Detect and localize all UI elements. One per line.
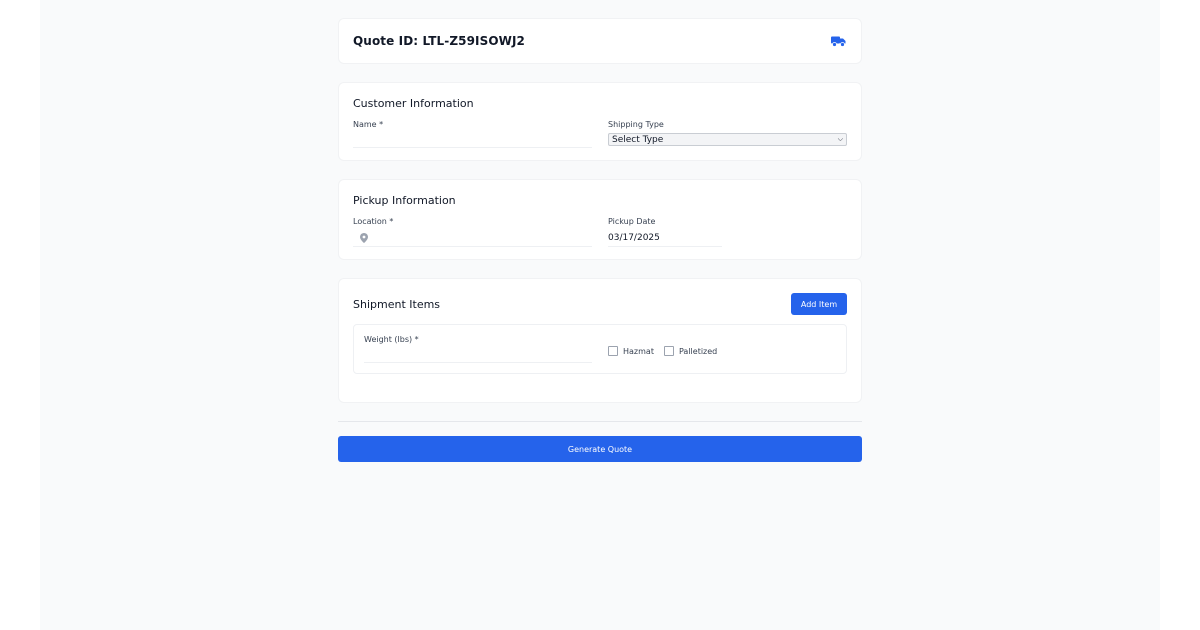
section-title: Shipment Items xyxy=(353,297,441,311)
add-item-button[interactable]: Add Item xyxy=(791,293,847,315)
hazmat-checkbox[interactable]: Hazmat xyxy=(608,346,654,356)
quote-title: Quote ID: LTL-Z59ISOWJ2 xyxy=(353,34,525,48)
checkbox-box[interactable] xyxy=(663,346,674,356)
pickup-date-value: 03/17/2025 xyxy=(608,233,660,243)
quote-header: Quote ID: LTL-Z59ISOWJ2 xyxy=(338,18,862,64)
palletized-label: Palletized xyxy=(678,346,718,356)
pickup-date-label: Pickup Date xyxy=(608,217,656,226)
pickup-date-input[interactable]: 03/17/2025 xyxy=(608,230,722,247)
shipment-items-section: Shipment Items Add Item Weight (lbs) * H… xyxy=(338,278,862,403)
shipping-type-label: Shipping Type xyxy=(608,120,664,129)
truck-icon xyxy=(831,35,847,47)
name-label: Name * xyxy=(353,120,384,129)
divider xyxy=(338,421,862,422)
checkbox-box[interactable] xyxy=(608,346,618,356)
shipping-type-value: Select Type xyxy=(612,134,664,145)
hazmat-label: Hazmat xyxy=(623,346,654,356)
quote-form: Quote ID: LTL-Z59ISOWJ2 Customer Informa… xyxy=(338,18,862,462)
customer-information-section: Customer Information Name * Shipping Typ… xyxy=(338,82,862,161)
shipment-item: Weight (lbs) * Hazmat Palletized xyxy=(353,324,847,374)
name-input[interactable] xyxy=(353,133,592,148)
map-pin-icon xyxy=(360,233,370,243)
location-label: Location * xyxy=(353,217,394,226)
palletized-checkbox[interactable]: Palletized xyxy=(663,346,718,356)
chevron-down-icon: ⌵ xyxy=(837,135,843,143)
location-input[interactable] xyxy=(353,230,592,247)
section-title: Pickup Information xyxy=(353,194,456,207)
section-title: Customer Information xyxy=(353,97,474,110)
page-background: Quote ID: LTL-Z59ISOWJ2 Customer Informa… xyxy=(40,0,1160,630)
weight-input[interactable] xyxy=(364,348,592,363)
shipping-type-select[interactable]: Select Type ⌵ xyxy=(608,133,847,146)
generate-quote-button[interactable]: Generate Quote xyxy=(338,436,862,462)
weight-label: Weight (lbs) * xyxy=(364,335,419,344)
pickup-information-section: Pickup Information Location * Pickup Dat… xyxy=(338,179,862,260)
